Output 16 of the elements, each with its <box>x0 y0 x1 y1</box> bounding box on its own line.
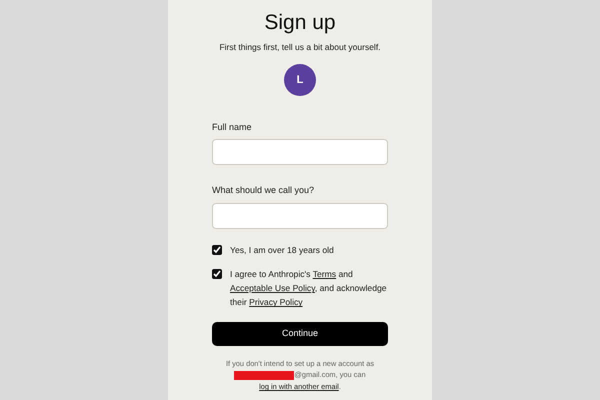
text-link[interactable]: Terms <box>312 269 336 280</box>
redaction-bar <box>234 371 294 380</box>
field-label: Full name <box>212 120 252 134</box>
input-field[interactable] <box>212 139 388 166</box>
avatar: L <box>284 64 316 96</box>
field-label: What should we call you? <box>212 184 314 198</box>
subtitle: First things first, tell us a bit about yourself. <box>218 41 382 54</box>
page-title: Sign up <box>263 10 337 36</box>
continue-button[interactable]: Continue <box>212 322 388 346</box>
text-link[interactable]: Privacy Policy <box>249 297 303 308</box>
agreement-text: I agree to Anthropic's Terms and Acceptable Use Policy, and acknowledge their Privacy Policy <box>230 268 388 310</box>
checkbox-label: Yes, I am over 18 years old <box>230 244 334 257</box>
input-field[interactable] <box>212 202 388 229</box>
text-link[interactable]: Acceptable Use Policy <box>230 283 315 294</box>
checkbox[interactable] <box>212 269 222 280</box>
checkbox[interactable] <box>212 244 222 255</box>
